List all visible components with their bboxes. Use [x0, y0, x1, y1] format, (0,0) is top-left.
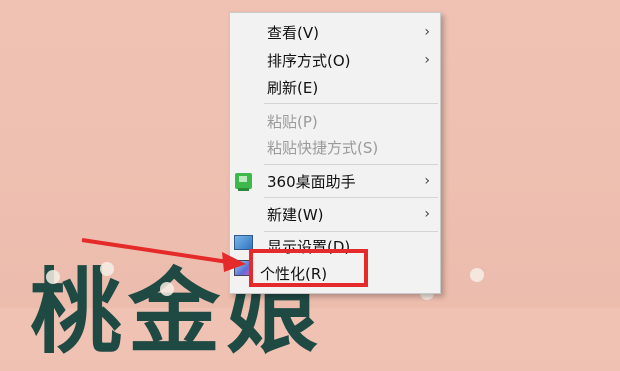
arrow-shaft [81, 238, 229, 264]
arrow-head [222, 252, 246, 272]
annotation-arrow [81, 238, 246, 272]
